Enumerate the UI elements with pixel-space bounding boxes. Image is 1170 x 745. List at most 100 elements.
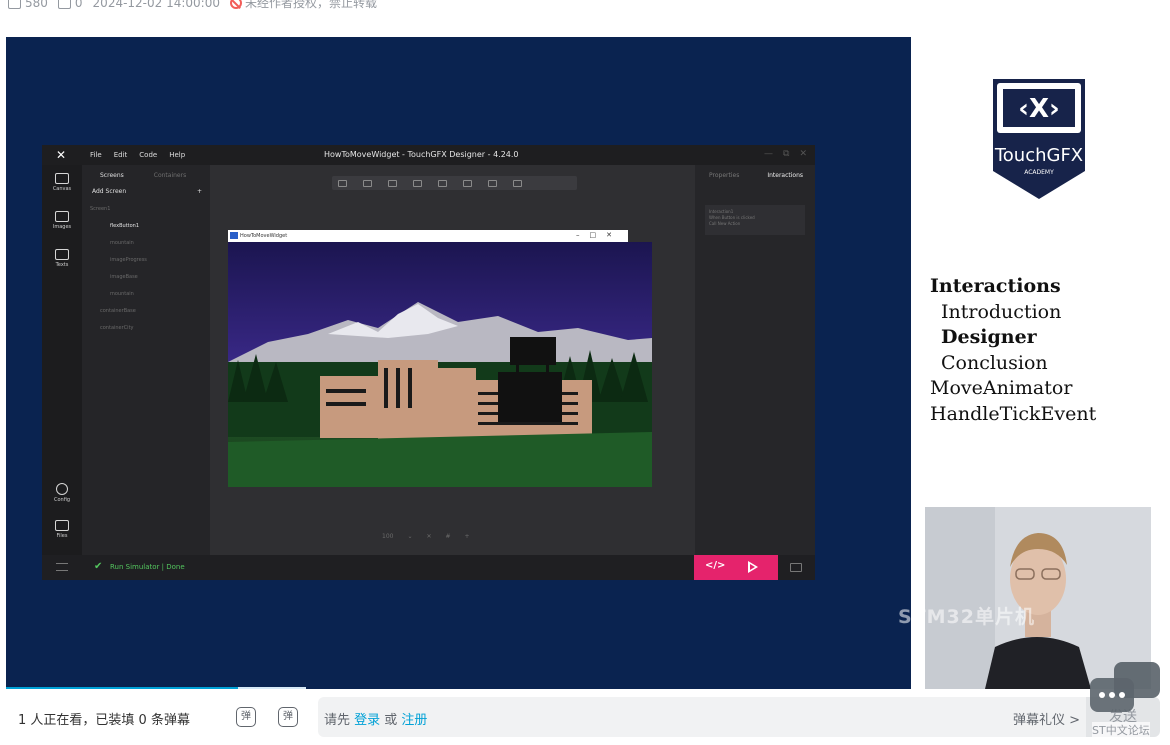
config-gear-icon (56, 483, 68, 495)
menu-code: Code (139, 151, 158, 159)
channel-watermark: STM32单片机 (898, 606, 1035, 628)
login-link[interactable]: 登录 (354, 713, 380, 728)
danmaku-input[interactable]: 请先 登录 或 注册 弹幕礼仪 > (318, 697, 1086, 737)
comment-count: 0 (57, 0, 83, 9)
designer-window-controls: — ⧉ ✕ (764, 149, 807, 159)
play-count-icon (8, 0, 21, 9)
forum-label: ST中文论坛 (1092, 722, 1150, 738)
zoom-in-icon: + (464, 533, 470, 540)
video-player[interactable]: ✕ File Edit Code Help HowToMoveWidget - … (6, 37, 1166, 689)
hamburger-icon (56, 563, 68, 571)
play-count: 580 (8, 0, 48, 9)
files-folder-icon (55, 520, 69, 531)
menu-file: File (90, 151, 102, 159)
grid-icon: # (445, 533, 451, 540)
screens-tree-panel: Screens Containers Add Screen + Screen1 f… (82, 165, 210, 555)
danmaku-settings-icon[interactable]: 弹 (278, 707, 298, 727)
ban-icon (230, 0, 242, 9)
generate-code-icon: </> (705, 560, 726, 571)
tab-properties: Properties (709, 172, 740, 179)
topic-designer: Designer (941, 326, 1037, 348)
comment-icon (57, 0, 71, 9)
danmaku-toggle-icon[interactable]: 弹 (236, 707, 256, 727)
right-tabs: Properties Interactions (695, 165, 815, 179)
interactions-panel: Properties Interactions Interaction1 Whe… (695, 165, 815, 555)
tree-node: imageBase (110, 274, 138, 280)
chevron-down-icon: ⌄ (407, 533, 413, 540)
tab-containers: Containers (153, 172, 187, 179)
toolbar-icon (338, 179, 347, 187)
generate-run-buttons: </> (694, 555, 778, 580)
touchgfx-designer-window: ✕ File Edit Code Help HowToMoveWidget - … (42, 145, 815, 580)
fit-icon: ✕ (426, 533, 432, 540)
canvas-nav: Canvas (52, 173, 72, 192)
run-simulator-status: Run Simulator | Done (110, 563, 185, 571)
touchgfx-logo-icon: ‹X› TouchGFX ACADEMY (993, 79, 1085, 199)
forum-chat-button[interactable] (1088, 660, 1162, 726)
danmaku-login-prompt: 请先 登录 或 注册 (324, 713, 428, 728)
restore-icon: ⧉ (783, 149, 790, 159)
simulator-app-icon (230, 232, 238, 239)
canvas-toolbar (332, 176, 577, 190)
files-nav: Files (52, 520, 72, 539)
svg-text:ACADEMY: ACADEMY (1024, 169, 1054, 176)
copyright-notice: 未经作者授权，禁止转载 (230, 0, 377, 9)
toolbar-icon (513, 179, 522, 187)
chat-bubble-icon (1090, 662, 1160, 712)
touchgfx-academy-logo: ‹X› TouchGFX ACADEMY (977, 73, 1101, 203)
simulator-window: HowToMoveWidget –□✕ (228, 230, 652, 487)
danmaku-bar: 1 人正在看，已装填 0 条弹幕 弹 弹 请先 登录 或 注册 弹幕礼仪 > 发… (6, 689, 1166, 745)
viewer-status: 1 人正在看，已装填 0 条弹幕 (18, 713, 190, 728)
run-simulator-play-icon (748, 561, 758, 573)
tree-node: imageProgress (110, 257, 147, 263)
tab-screens: Screens (100, 172, 124, 179)
canvas-icon (55, 173, 69, 184)
svg-text:‹X›: ‹X› (1018, 94, 1059, 124)
interaction-card: Interaction1 When Button is clicked Call… (705, 205, 805, 235)
tab-interactions: Interactions (767, 172, 804, 179)
toolbar-icon (413, 179, 422, 187)
menu-edit: Edit (113, 151, 128, 159)
minimize-icon: — (764, 149, 774, 159)
images-nav: Images (52, 211, 72, 230)
toolbar-icon (488, 179, 497, 187)
close-icon: ✕ (799, 149, 807, 159)
tree-node: mountain (110, 240, 134, 246)
simulator-window-controls: –□✕ (576, 231, 622, 239)
topic-introduction: Introduction (941, 300, 1062, 323)
tree-tabs: Screens Containers (82, 165, 210, 179)
topic-interactions: Interactions (930, 275, 1061, 297)
topic-handletickevent: HandleTickEvent (930, 402, 1097, 425)
publish-time: 2024-12-02 14:00:00 (92, 0, 220, 10)
tree-node: containerBase (100, 308, 136, 314)
images-icon (55, 211, 69, 222)
designer-statusbar: ✔ Run Simulator | Done </> (42, 555, 815, 580)
topic-moveanimator: MoveAnimator (930, 377, 1073, 399)
menu-help: Help (169, 151, 186, 159)
designer-menu: File Edit Code Help (90, 151, 185, 159)
config-nav: Config (52, 483, 72, 503)
tree-node-selected: flexButton1 (110, 223, 140, 229)
designer-titlebar: ✕ File Edit Code Help HowToMoveWidget - … (42, 145, 815, 165)
lecture-slide: ‹X› TouchGFX ACADEMY Interactions Introd… (911, 37, 1166, 689)
texts-icon (55, 249, 69, 260)
touchgfx-x-icon: ✕ (56, 148, 67, 162)
danmaku-etiquette-link[interactable]: 弹幕礼仪 > (1013, 709, 1080, 728)
toolbar-icon (363, 179, 372, 187)
topic-conclusion: Conclusion (941, 351, 1048, 374)
slide-topic-list: Interactions Introduction Designer Concl… (930, 274, 1096, 427)
simulator-titlebar: HowToMoveWidget –□✕ (228, 230, 628, 242)
register-link[interactable]: 注册 (401, 713, 427, 728)
add-screen: Add Screen + (92, 188, 202, 195)
video-meta-bar: 580 0 2024-12-02 14:00:00 未经作者授权，禁止转载 (8, 0, 377, 10)
tree-node: Screen1 (90, 206, 111, 212)
svg-text:TouchGFX: TouchGFX (994, 145, 1083, 166)
check-icon: ✔ (94, 561, 103, 572)
video-screen-area: ✕ File Edit Code Help HowToMoveWidget - … (6, 37, 911, 689)
exit-icon (790, 563, 802, 572)
add-screen-plus-icon: + (196, 188, 202, 195)
designer-sidebar: Canvas Images Texts Config Files (42, 165, 82, 555)
tree-node: containerCity (100, 325, 134, 331)
designer-title: HowToMoveWidget - TouchGFX Designer - 4.… (324, 150, 519, 159)
toolbar-icon (438, 179, 447, 187)
